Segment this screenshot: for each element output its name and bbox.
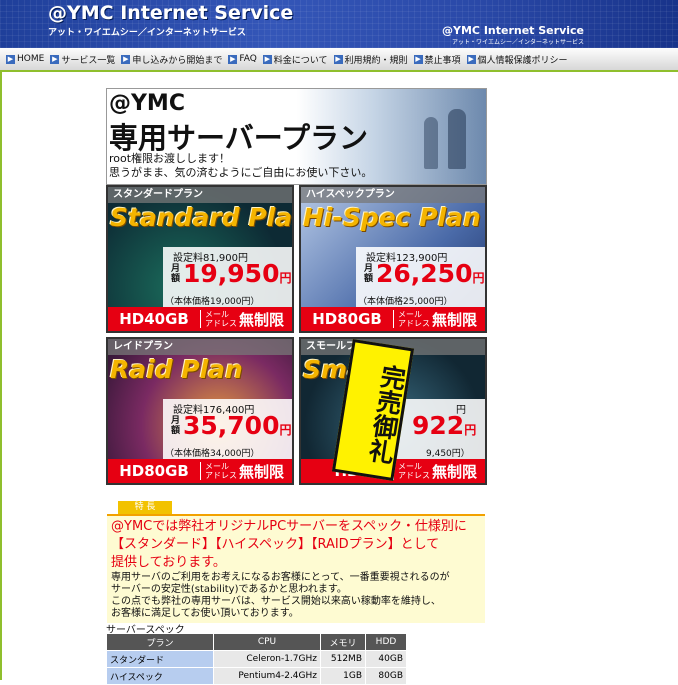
nav-item-signup-flow[interactable]: ▶ 申し込みから開始まで [121, 53, 222, 66]
arrow-icon: ▶ [50, 54, 60, 64]
table-cell: Pentium4-2.4GHz [213, 667, 321, 685]
spec-table: プラン CPU メモリ HDD スタンダード Celeron-1.7GHz 51… [106, 633, 407, 685]
feature-body: 専用サーバのご利用をお考えになるお客様にとって、一番重要視されるのが サーバーの… [111, 572, 450, 619]
arrow-icon: ▶ [413, 54, 423, 64]
col-header: CPU [213, 633, 321, 651]
monthly-label: 月額 [171, 264, 181, 284]
col-header: HDD [365, 633, 407, 651]
header-logo-text: @YMC Internet Service [442, 24, 584, 37]
base-price: （本体価格19,000円） [165, 297, 260, 307]
unlimited-label: 無制限 [432, 310, 478, 329]
table-cell: 1GB [320, 667, 366, 685]
col-header: プラン [106, 633, 214, 651]
table-cell: 40GB [365, 650, 407, 668]
site-header: @YMC Internet Service アット・ワイエムシー／インターネット… [0, 0, 678, 48]
plan-tag: ハイスペックプラン [301, 187, 485, 203]
left-border [0, 72, 2, 680]
site-title[interactable]: @YMC Internet Service [48, 2, 293, 24]
person-silhouette [424, 117, 438, 169]
hdd-size: HD40GB [108, 310, 201, 328]
table-cell: ハイスペック [106, 667, 214, 685]
feature-box: @YMCでは弊社オリジナルPCサーバーをスペック・仕様別に 【スタンダード】【ハ… [107, 514, 485, 623]
price-box: 設定料81,900円 月額 19,950円 （本体価格19,000円） [163, 247, 292, 309]
feature-headline: @YMCでは弊社オリジナルPCサーバーをスペック・仕様別に 【スタンダード】【ハ… [111, 519, 467, 570]
banner-brand: @YMC [109, 91, 185, 116]
table-cell: Celeron-1.7GHz [213, 650, 321, 668]
monthly-label: 月額 [364, 264, 374, 284]
mail-address-label: メール アドレス [205, 462, 237, 480]
arrow-icon: ▶ [333, 54, 343, 64]
person-silhouette [448, 109, 466, 169]
nav-item-services[interactable]: ▶ サービス一覧 [50, 53, 115, 66]
main-nav: ▶ HOME ▶ サービス一覧 ▶ 申し込みから開始まで ▶ FAQ ▶ 料金について ▶… [0, 48, 678, 72]
plan-banner: @YMC 専用サーバープラン root権限お渡しします！ 思うがまま、気の済むよ… [106, 88, 487, 185]
table-row: ハイスペック Pentium4-2.4GHz 1GB 80GB [106, 667, 407, 685]
table-cell: 80GB [365, 667, 407, 685]
monthly-price: 922円 [412, 411, 477, 440]
col-header: メモリ [320, 633, 366, 651]
base-price: 9,450円） [426, 449, 470, 459]
table-header-row: プラン CPU メモリ HDD [106, 633, 407, 651]
nav-item-prohibited[interactable]: ▶ 禁止事項 [413, 53, 461, 66]
plan-card-hispec[interactable]: ハイスペックプラン Hi-Spec Plan 設定料123,900円 月額 26… [299, 185, 487, 333]
plan-tag: レイドプラン [108, 339, 292, 355]
table-cell: 512MB [320, 650, 366, 668]
unlimited-label: 無制限 [432, 462, 478, 481]
plan-footer: HD40GB メール アドレス 無制限 [108, 307, 292, 331]
monthly-label: 月額 [171, 416, 181, 436]
arrow-icon: ▶ [466, 54, 476, 64]
plan-name: Hi-Spec Plan [303, 203, 481, 232]
unlimited-label: 無制限 [239, 310, 285, 329]
mail-address-label: メール アドレス [205, 310, 237, 328]
feature-tab: 特 長 [118, 501, 172, 514]
hdd-size: HD80GB [108, 462, 201, 480]
plan-card-standard[interactable]: スタンダードプラン Standard Plan 設定料81,900円 月額 19… [106, 185, 294, 333]
arrow-icon: ▶ [6, 54, 15, 64]
plan-name: Standard Plan [110, 203, 294, 232]
plan-tag: スタンダードプラン [108, 187, 292, 203]
mail-address-label: メール アドレス [398, 462, 430, 480]
nav-item-home[interactable]: ▶ HOME [6, 54, 44, 64]
monthly-price: 35,700円 [183, 411, 292, 440]
nav-item-pricing[interactable]: ▶ 料金について [262, 53, 328, 66]
arrow-icon: ▶ [262, 54, 272, 64]
nav-item-terms[interactable]: ▶ 利用規約・規則 [333, 53, 408, 66]
plan-name: Raid Plan [110, 355, 243, 384]
unlimited-label: 無制限 [239, 462, 285, 481]
nav-item-faq[interactable]: ▶ FAQ [228, 54, 257, 64]
hdd-size: HD80GB [301, 310, 394, 328]
plan-card-raid[interactable]: レイドプラン Raid Plan 設定料176,400円 月額 35,700円 … [106, 337, 294, 485]
monthly-price: 26,250円 [376, 259, 485, 288]
site-subtitle: アット・ワイエムシー／インターネットサービス [48, 28, 246, 38]
mail-address-label: メール アドレス [398, 310, 430, 328]
banner-line2: 思うがまま、気の済むようにご自由にお使い下さい。 [109, 166, 373, 179]
arrow-icon: ▶ [228, 54, 238, 64]
base-price: （本体価格34,000円） [165, 449, 260, 459]
arrow-icon: ▶ [121, 54, 131, 64]
plan-footer: HD80GB メール アドレス 無制限 [301, 307, 485, 331]
header-logo-subtext: アット・ワイエムシー／インターネットサービス [452, 39, 584, 46]
table-cell: スタンダード [106, 650, 214, 668]
price-box: 設定料123,900円 月額 26,250円 （本体価格25,000円） [356, 247, 485, 309]
nav-item-privacy[interactable]: ▶ 個人情報保護ポリシー [466, 53, 568, 66]
monthly-price: 19,950円 [183, 259, 292, 288]
plan-footer: HD80GB メール アドレス 無制限 [108, 459, 292, 483]
price-box: 設定料176,400円 月額 35,700円 （本体価格34,000円） [163, 399, 292, 461]
base-price: （本体価格25,000円） [358, 297, 453, 307]
table-row: スタンダード Celeron-1.7GHz 512MB 40GB [106, 650, 407, 668]
